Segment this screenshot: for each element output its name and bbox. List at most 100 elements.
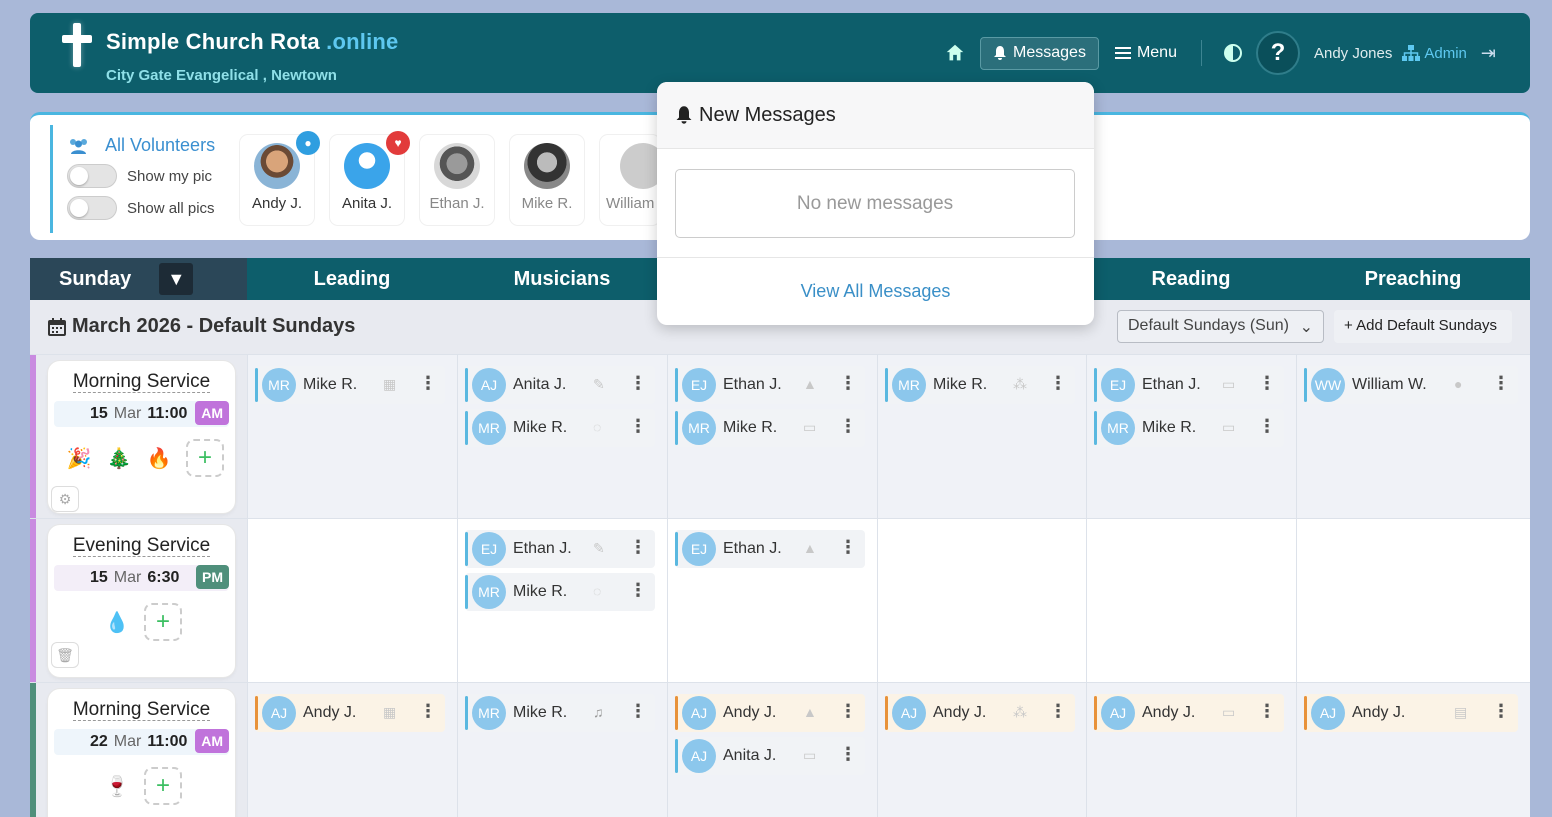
more-vertical-icon[interactable]: ⋮: [629, 417, 647, 435]
party-icon[interactable]: 🎉: [66, 446, 92, 471]
assignment-chip[interactable]: MR Mike R. ◌ ⋮: [465, 409, 655, 447]
assignment-chip[interactable]: WW William W. ● ⋮: [1304, 366, 1518, 404]
more-vertical-icon[interactable]: ⋮: [629, 702, 647, 720]
cell-reading[interactable]: AJ Andy J. ▭ ⋮: [1086, 683, 1296, 817]
service-name[interactable]: Evening Service: [72, 535, 211, 557]
wine-glass-icon[interactable]: 🍷: [104, 774, 130, 799]
more-vertical-icon[interactable]: ⋮: [629, 374, 647, 392]
more-vertical-icon[interactable]: ⋮: [629, 581, 647, 599]
service-name[interactable]: Morning Service: [72, 699, 211, 721]
assignment-chip[interactable]: AJ Andy J. ▲ ⋮: [675, 694, 865, 732]
assignment-chip[interactable]: EJ Ethan J. ▲ ⋮: [675, 530, 865, 568]
show-my-pic-row: Show my pic: [67, 164, 230, 188]
more-vertical-icon[interactable]: ⋮: [1492, 702, 1510, 720]
cell-musicians[interactable]: AJ Anita J. ✎ ⋮ MR Mike R. ◌ ⋮: [457, 355, 667, 518]
more-vertical-icon[interactable]: ⋮: [839, 374, 857, 392]
service-card[interactable]: Morning Service 22 Mar 11:00 AM 🍷 +: [48, 689, 235, 817]
more-vertical-icon[interactable]: ⋮: [629, 538, 647, 556]
add-tag-button[interactable]: +: [144, 603, 182, 641]
service-name[interactable]: Morning Service: [72, 371, 211, 393]
all-volunteers-link[interactable]: All Volunteers: [67, 135, 230, 156]
messages-button[interactable]: Messages: [980, 36, 1099, 70]
user-name[interactable]: Andy Jones: [1314, 45, 1392, 62]
cell-role-4[interactable]: AJ Andy J. ⁂ ⋮: [877, 683, 1086, 817]
assignment-chip[interactable]: MR Mike R. ♫ ⋮: [465, 694, 655, 732]
more-vertical-icon[interactable]: ⋮: [1258, 417, 1276, 435]
volunteer-card[interactable]: Anita J. ♥: [330, 131, 410, 225]
more-vertical-icon[interactable]: ⋮: [1492, 374, 1510, 392]
cell-role-3[interactable]: EJ Ethan J. ▲ ⋮: [667, 519, 877, 682]
help-button[interactable]: ?: [1255, 31, 1300, 75]
assignment-chip[interactable]: EJ Ethan J. ▲ ⋮: [675, 366, 865, 404]
assignment-chip[interactable]: EJ Ethan J. ✎ ⋮: [465, 530, 655, 568]
home-icon[interactable]: [944, 42, 966, 64]
logout-icon[interactable]: ⇥: [1481, 43, 1496, 64]
cell-role-3[interactable]: AJ Andy J. ▲ ⋮ AJ Anita J. ▭ ⋮: [667, 683, 877, 817]
more-vertical-icon[interactable]: ⋮: [419, 374, 437, 392]
gear-icon[interactable]: ⚙: [52, 487, 78, 511]
assignment-chip[interactable]: AJ Anita J. ✎ ⋮: [465, 366, 655, 404]
assignment-chip[interactable]: MR Mike R. ⁂ ⋮: [885, 366, 1075, 404]
more-vertical-icon[interactable]: ⋮: [1258, 702, 1276, 720]
column-header-preaching: Preaching: [1364, 267, 1462, 290]
cell-leading[interactable]: [247, 519, 457, 682]
assignment-chip[interactable]: MR Mike R. ▭ ⋮: [675, 409, 865, 447]
add-default-sundays-button[interactable]: + Add Default Sundays: [1334, 310, 1512, 343]
cross-logo-icon: [58, 23, 94, 71]
assignment-chip[interactable]: AJ Andy J. ▭ ⋮: [1094, 694, 1284, 732]
service-tags: 💧 +: [104, 603, 235, 641]
service-card[interactable]: Evening Service 15 Mar 6:30 PM 💧 + 🗑: [48, 525, 235, 677]
tree-icon[interactable]: 🎄: [106, 446, 132, 471]
cell-leading[interactable]: MR Mike R. ▦ ⋮: [247, 355, 457, 518]
cell-role-3[interactable]: EJ Ethan J. ▲ ⋮ MR Mike R. ▭ ⋮: [667, 355, 877, 518]
show-all-pics-toggle[interactable]: [67, 196, 117, 220]
more-vertical-icon[interactable]: ⋮: [1049, 374, 1067, 392]
volunteer-card[interactable]: Ethan J.: [420, 135, 494, 225]
service-pattern-select[interactable]: Default Sundays (Sun) ⌄: [1117, 310, 1324, 343]
more-vertical-icon[interactable]: ⋮: [419, 702, 437, 720]
cell-reading[interactable]: EJ Ethan J. ▭ ⋮ MR Mike R. ▭ ⋮: [1086, 355, 1296, 518]
view-all-messages-link[interactable]: View All Messages: [657, 257, 1094, 325]
more-vertical-icon[interactable]: ⋮: [1258, 374, 1276, 392]
admin-link[interactable]: Admin: [1402, 45, 1467, 62]
volunteer-card[interactable]: William: [600, 135, 660, 225]
cell-role-4[interactable]: [877, 519, 1086, 682]
cell-leading[interactable]: AJ Andy J. ▦ ⋮: [247, 683, 457, 817]
water-drop-icon[interactable]: 💧: [104, 610, 130, 635]
add-tag-button[interactable]: +: [144, 767, 182, 805]
caret-down-icon[interactable]: ▼: [159, 263, 194, 295]
add-tag-button[interactable]: +: [186, 439, 224, 477]
cell-musicians[interactable]: MR Mike R. ♫ ⋮: [457, 683, 667, 817]
fire-icon[interactable]: 🔥: [146, 446, 172, 471]
assignment-chip[interactable]: AJ Andy J. ▦ ⋮: [255, 694, 445, 732]
cell-preaching[interactable]: [1296, 519, 1530, 682]
more-vertical-icon[interactable]: ⋮: [1049, 702, 1067, 720]
volunteer-card[interactable]: Mike R.: [510, 135, 584, 225]
assignment-chip[interactable]: AJ Andy J. ▤ ⋮: [1304, 694, 1518, 732]
trash-icon[interactable]: 🗑: [52, 643, 78, 667]
assignment-chip[interactable]: MR Mike R. ◌ ⋮: [465, 573, 655, 611]
cell-role-4[interactable]: MR Mike R. ⁂ ⋮: [877, 355, 1086, 518]
more-vertical-icon[interactable]: ⋮: [839, 538, 857, 556]
show-my-pic-toggle[interactable]: [67, 164, 117, 188]
cell-musicians[interactable]: EJ Ethan J. ✎ ⋮ MR Mike R. ◌ ⋮: [457, 519, 667, 682]
speech-icon: ●: [1454, 376, 1463, 392]
assignment-chip[interactable]: AJ Andy J. ⁂ ⋮: [885, 694, 1075, 732]
more-vertical-icon[interactable]: ⋮: [839, 417, 857, 435]
volunteer-card[interactable]: Andy J. ●: [240, 131, 320, 225]
assignment-chip[interactable]: MR Mike R. ▭ ⋮: [1094, 409, 1284, 447]
brand-title[interactable]: Simple Church Rota .online: [106, 29, 398, 55]
more-vertical-icon[interactable]: ⋮: [839, 745, 857, 763]
assignment-chip[interactable]: AJ Anita J. ▭ ⋮: [675, 737, 865, 775]
service-card[interactable]: Morning Service 15 Mar 11:00 AM 🎉 🎄 🔥 + ⚙: [48, 361, 235, 513]
church-name: City Gate Evangelical , Newtown: [106, 67, 337, 84]
cell-preaching[interactable]: WW William W. ● ⋮: [1296, 355, 1530, 518]
cell-preaching[interactable]: AJ Andy J. ▤ ⋮: [1296, 683, 1530, 817]
contrast-toggle-icon[interactable]: [1223, 44, 1242, 62]
assignment-chip[interactable]: MR Mike R. ▦ ⋮: [255, 366, 445, 404]
more-vertical-icon[interactable]: ⋮: [839, 702, 857, 720]
assignment-chip[interactable]: EJ Ethan J. ▭ ⋮: [1094, 366, 1284, 404]
cell-reading[interactable]: [1086, 519, 1296, 682]
book-icon: ▭: [1222, 376, 1236, 392]
menu-button[interactable]: Menu: [1114, 44, 1177, 62]
